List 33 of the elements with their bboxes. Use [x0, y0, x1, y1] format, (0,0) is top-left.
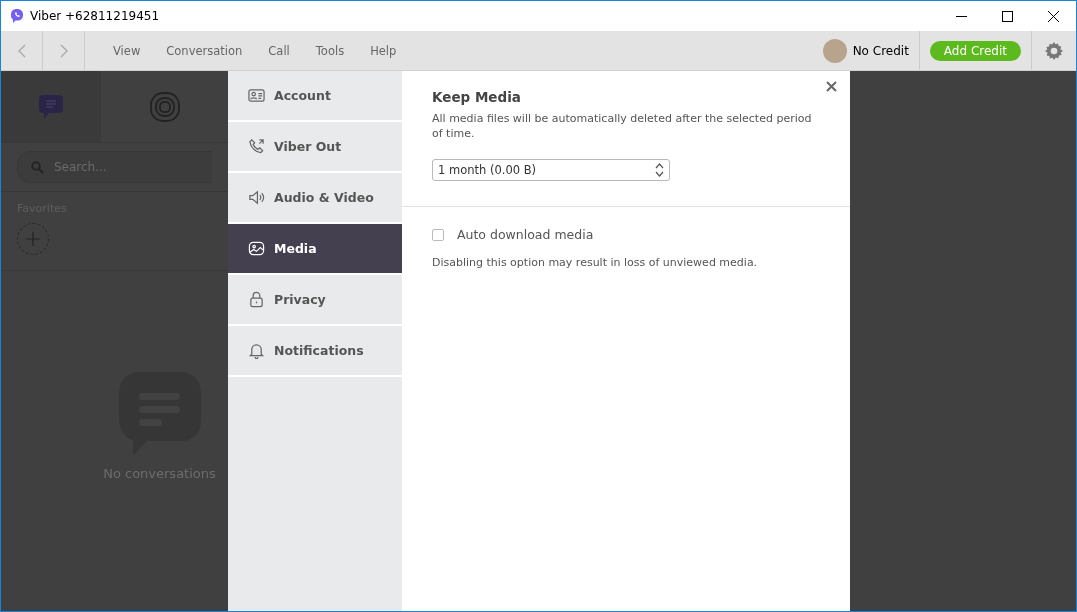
- close-icon: [1047, 10, 1059, 22]
- section-description: All media files will be automatically deleted after the selected period of time.: [432, 111, 813, 141]
- checkbox[interactable]: [432, 228, 444, 241]
- lock-icon: [248, 291, 265, 308]
- speaker-icon: [248, 189, 265, 206]
- search-icon: [31, 161, 44, 174]
- menu-item[interactable]: Help: [357, 31, 410, 70]
- phone-icon: [248, 138, 265, 155]
- chat-icon: [37, 92, 65, 121]
- id-card-icon: [248, 87, 265, 104]
- menu-item[interactable]: Tools: [302, 31, 358, 70]
- sidebar-tab[interactable]: [1, 71, 101, 142]
- bell-icon: [248, 342, 265, 359]
- checkbox-label: Auto download media: [457, 227, 594, 242]
- chevron-right-icon: [59, 43, 68, 58]
- credit-status: No Credit: [852, 43, 909, 58]
- concentric-squares-icon: [148, 90, 181, 123]
- up-down-caret-icon: [655, 163, 664, 177]
- maximize-icon: [1001, 10, 1013, 22]
- avatar-photo-placeholder: [822, 38, 847, 63]
- section-title: Keep Media: [432, 89, 522, 105]
- menu-item[interactable]: View: [100, 31, 154, 70]
- gear-icon: [1044, 40, 1064, 61]
- window-title: Viber +62811219451: [30, 9, 161, 23]
- period-select[interactable]: 1 month (0.00 B): [432, 159, 670, 181]
- viber-logo-icon: [10, 8, 24, 24]
- image-icon: [248, 240, 265, 257]
- chevron-left-icon: [17, 43, 26, 58]
- option-note: Disabling this option may result in loss of unviewed media.: [432, 255, 759, 270]
- menu-item[interactable]: Call: [255, 31, 303, 70]
- plus-icon: [26, 232, 40, 246]
- settings-nav-item[interactable]: Media: [228, 224, 402, 275]
- menu-item[interactable]: Conversation: [153, 31, 256, 70]
